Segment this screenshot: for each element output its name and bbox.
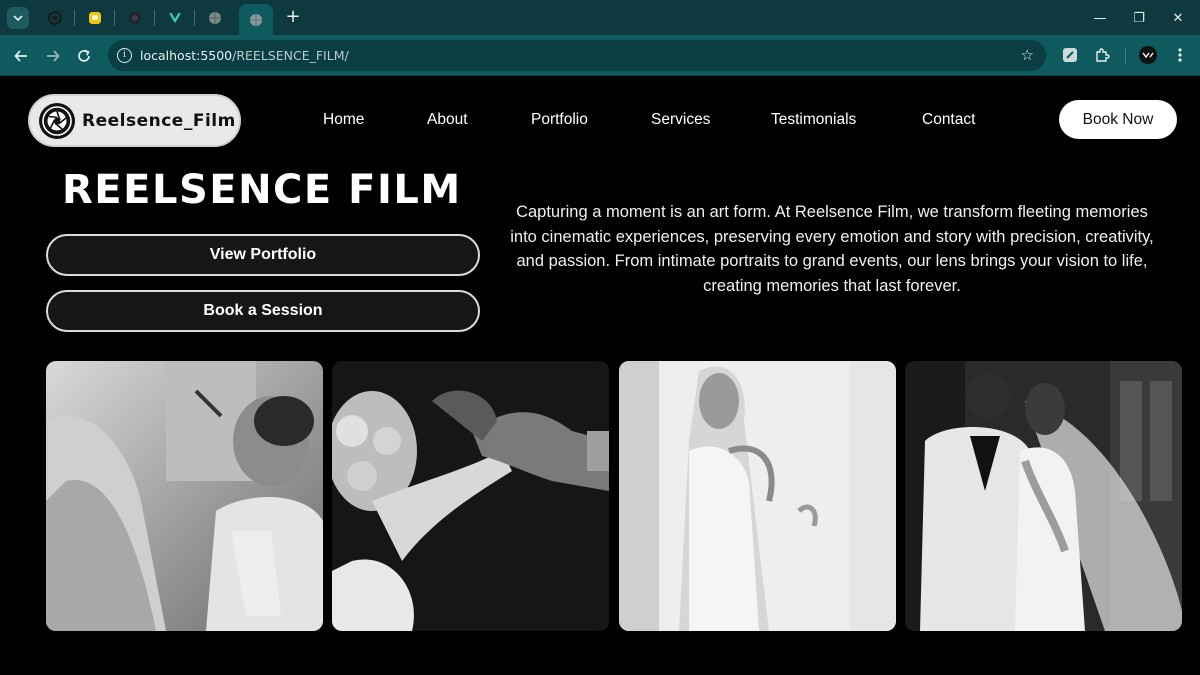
nav-contact[interactable]: Contact bbox=[922, 111, 975, 129]
camera-aperture-icon bbox=[39, 102, 75, 139]
hero-title: REELSENCE FILM bbox=[62, 167, 462, 213]
book-session-button[interactable]: Book a Session bbox=[46, 290, 480, 332]
browser-tab[interactable] bbox=[78, 4, 112, 31]
browser-tab[interactable] bbox=[158, 4, 192, 31]
new-tab-button[interactable]: + bbox=[283, 7, 303, 27]
browser-toolbar: i localhost:5500/REELSENCE_FILM/ ☆ bbox=[0, 35, 1200, 76]
reload-icon bbox=[78, 49, 90, 62]
couple-portrait-photo[interactable] bbox=[905, 361, 1182, 631]
address-url[interactable]: localhost:5500/REELSENCE_FILM/ bbox=[140, 48, 349, 63]
extensions-menu-button[interactable] bbox=[1092, 45, 1112, 65]
close-window-button[interactable]: ✕ bbox=[1160, 6, 1196, 30]
toolbar-divider bbox=[1125, 47, 1126, 65]
chevron-down-icon bbox=[13, 15, 23, 22]
browser-tab[interactable] bbox=[118, 4, 152, 31]
nav-home[interactable]: Home bbox=[323, 111, 364, 129]
web-page: Reelsence_Film Home About Portfolio Serv… bbox=[0, 77, 1200, 675]
nav-about[interactable]: About bbox=[427, 111, 468, 129]
bride-makeup-photo[interactable] bbox=[46, 361, 323, 631]
hero-description: Capturing a moment is an art form. At Re… bbox=[510, 203, 1154, 295]
more-vertical-icon bbox=[1178, 48, 1182, 62]
site-info-icon[interactable]: i bbox=[117, 48, 132, 63]
tab-separator bbox=[114, 10, 115, 26]
bookmark-star-icon[interactable]: ☆ bbox=[1021, 46, 1034, 64]
brand-name: Reelsence_Film bbox=[82, 110, 236, 131]
url-host: localhost:5500 bbox=[140, 48, 233, 63]
arrow-left-icon bbox=[14, 50, 27, 62]
minimize-button[interactable]: — bbox=[1082, 6, 1118, 30]
tab-separator bbox=[154, 10, 155, 26]
vue-icon bbox=[169, 12, 181, 23]
nav-services[interactable]: Services bbox=[651, 111, 710, 129]
bride-veil-photo[interactable] bbox=[619, 361, 896, 631]
tab-strip: + — ❐ ✕ bbox=[0, 0, 1200, 35]
nav-portfolio[interactable]: Portfolio bbox=[531, 111, 588, 129]
maximize-button[interactable]: ❐ bbox=[1121, 6, 1157, 30]
back-button[interactable] bbox=[9, 44, 33, 68]
book-now-button[interactable]: Book Now bbox=[1059, 100, 1177, 139]
nav-testimonials[interactable]: Testimonials bbox=[771, 111, 856, 129]
github-icon bbox=[129, 11, 141, 24]
extension-app-icon bbox=[1063, 48, 1077, 62]
browser-tab[interactable] bbox=[198, 4, 232, 31]
openai-icon bbox=[48, 10, 62, 25]
ring-exchange-photo[interactable] bbox=[332, 361, 609, 631]
globe-icon bbox=[250, 13, 262, 26]
arrow-right-icon bbox=[47, 50, 60, 62]
keep-notes-icon bbox=[89, 11, 101, 24]
url-path: /REELSENCE_FILM/ bbox=[232, 48, 349, 63]
profile-avatar[interactable] bbox=[1138, 45, 1158, 65]
tab-separator bbox=[74, 10, 75, 26]
globe-icon bbox=[209, 11, 221, 24]
brand-logo-link[interactable]: Reelsence_Film bbox=[28, 94, 241, 147]
reload-button[interactable] bbox=[72, 44, 96, 68]
tab-separator bbox=[194, 10, 195, 26]
browser-menu-button[interactable] bbox=[1170, 45, 1190, 65]
browser-tab[interactable] bbox=[38, 4, 72, 31]
browser-tab-active[interactable] bbox=[239, 4, 273, 35]
puzzle-icon bbox=[1096, 48, 1110, 62]
avatar-icon bbox=[1139, 46, 1157, 64]
forward-button[interactable] bbox=[41, 44, 65, 68]
address-bar[interactable]: i localhost:5500/REELSENCE_FILM/ ☆ bbox=[108, 40, 1046, 71]
view-portfolio-button[interactable]: View Portfolio bbox=[46, 234, 480, 276]
tab-search-button[interactable] bbox=[7, 7, 29, 29]
extension-button[interactable] bbox=[1060, 45, 1080, 65]
